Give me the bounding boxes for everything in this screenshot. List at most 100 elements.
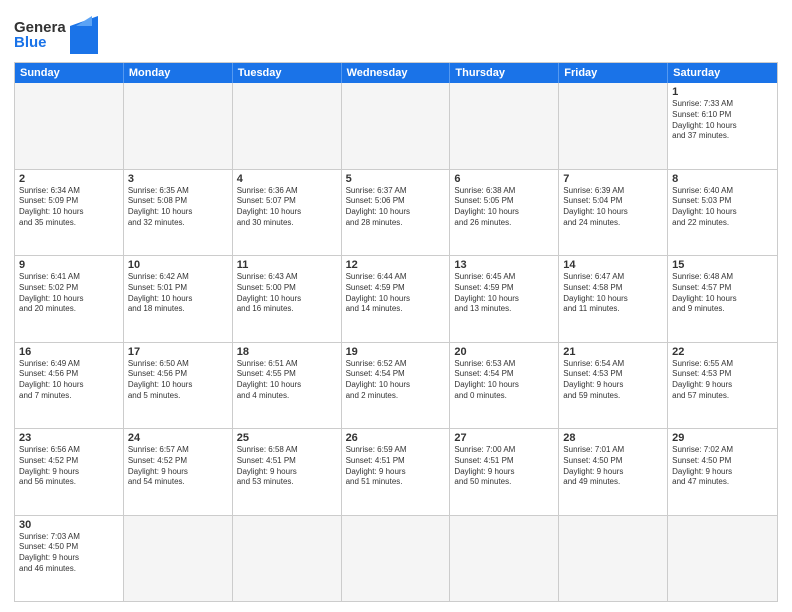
day-number: 12 [346,259,446,271]
day-number: 17 [128,346,228,358]
day-info: Sunrise: 6:42 AMSunset: 5:01 PMDaylight:… [128,272,228,315]
day-info: Sunrise: 6:43 AMSunset: 5:00 PMDaylight:… [237,272,337,315]
day-cell-28: 28Sunrise: 7:01 AMSunset: 4:50 PMDayligh… [559,429,668,515]
day-info: Sunrise: 6:47 AMSunset: 4:58 PMDaylight:… [563,272,663,315]
day-info: Sunrise: 6:51 AMSunset: 4:55 PMDaylight:… [237,359,337,402]
empty-cell [668,516,777,602]
day-cell-10: 10Sunrise: 6:42 AMSunset: 5:01 PMDayligh… [124,256,233,342]
day-number: 5 [346,173,446,185]
day-header-friday: Friday [559,63,668,83]
day-info: Sunrise: 7:02 AMSunset: 4:50 PMDaylight:… [672,445,773,488]
day-number: 30 [19,519,119,531]
calendar-header: SundayMondayTuesdayWednesdayThursdayFrid… [15,63,777,83]
header: General Blue [14,10,778,56]
day-number: 10 [128,259,228,271]
day-info: Sunrise: 6:54 AMSunset: 4:53 PMDaylight:… [563,359,663,402]
day-info: Sunrise: 7:00 AMSunset: 4:51 PMDaylight:… [454,445,554,488]
day-info: Sunrise: 6:39 AMSunset: 5:04 PMDaylight:… [563,186,663,229]
day-cell-19: 19Sunrise: 6:52 AMSunset: 4:54 PMDayligh… [342,343,451,429]
day-info: Sunrise: 6:38 AMSunset: 5:05 PMDaylight:… [454,186,554,229]
day-cell-1: 1Sunrise: 7:33 AMSunset: 6:10 PMDaylight… [668,83,777,169]
day-cell-2: 2Sunrise: 6:34 AMSunset: 5:09 PMDaylight… [15,170,124,256]
day-cell-16: 16Sunrise: 6:49 AMSunset: 4:56 PMDayligh… [15,343,124,429]
logo-triangle-icon [70,16,98,54]
day-cell-26: 26Sunrise: 6:59 AMSunset: 4:51 PMDayligh… [342,429,451,515]
day-info: Sunrise: 6:49 AMSunset: 4:56 PMDaylight:… [19,359,119,402]
week-row-5: 30Sunrise: 7:03 AMSunset: 4:50 PMDayligh… [15,515,777,602]
day-cell-22: 22Sunrise: 6:55 AMSunset: 4:53 PMDayligh… [668,343,777,429]
day-number: 26 [346,432,446,444]
day-cell-20: 20Sunrise: 6:53 AMSunset: 4:54 PMDayligh… [450,343,559,429]
day-cell-13: 13Sunrise: 6:45 AMSunset: 4:59 PMDayligh… [450,256,559,342]
day-cell-7: 7Sunrise: 6:39 AMSunset: 5:04 PMDaylight… [559,170,668,256]
day-header-tuesday: Tuesday [233,63,342,83]
day-cell-12: 12Sunrise: 6:44 AMSunset: 4:59 PMDayligh… [342,256,451,342]
day-number: 1 [672,86,773,98]
week-row-3: 16Sunrise: 6:49 AMSunset: 4:56 PMDayligh… [15,342,777,429]
day-info: Sunrise: 6:57 AMSunset: 4:52 PMDaylight:… [128,445,228,488]
svg-text:Blue: Blue [14,34,47,51]
day-number: 3 [128,173,228,185]
day-number: 22 [672,346,773,358]
day-cell-30: 30Sunrise: 7:03 AMSunset: 4:50 PMDayligh… [15,516,124,602]
day-info: Sunrise: 6:56 AMSunset: 4:52 PMDaylight:… [19,445,119,488]
day-number: 7 [563,173,663,185]
day-info: Sunrise: 6:44 AMSunset: 4:59 PMDaylight:… [346,272,446,315]
day-info: Sunrise: 6:52 AMSunset: 4:54 PMDaylight:… [346,359,446,402]
empty-cell [15,83,124,169]
empty-cell [559,83,668,169]
day-cell-5: 5Sunrise: 6:37 AMSunset: 5:06 PMDaylight… [342,170,451,256]
day-number: 21 [563,346,663,358]
day-cell-14: 14Sunrise: 6:47 AMSunset: 4:58 PMDayligh… [559,256,668,342]
day-number: 11 [237,259,337,271]
logo-area: General Blue [14,14,98,56]
day-info: Sunrise: 6:50 AMSunset: 4:56 PMDaylight:… [128,359,228,402]
empty-cell [124,516,233,602]
day-number: 20 [454,346,554,358]
day-number: 2 [19,173,119,185]
day-header-thursday: Thursday [450,63,559,83]
day-number: 15 [672,259,773,271]
day-cell-4: 4Sunrise: 6:36 AMSunset: 5:07 PMDaylight… [233,170,342,256]
day-cell-11: 11Sunrise: 6:43 AMSunset: 5:00 PMDayligh… [233,256,342,342]
day-cell-24: 24Sunrise: 6:57 AMSunset: 4:52 PMDayligh… [124,429,233,515]
day-header-saturday: Saturday [668,63,777,83]
day-number: 19 [346,346,446,358]
day-info: Sunrise: 6:48 AMSunset: 4:57 PMDaylight:… [672,272,773,315]
week-row-1: 2Sunrise: 6:34 AMSunset: 5:09 PMDaylight… [15,169,777,256]
day-info: Sunrise: 6:53 AMSunset: 4:54 PMDaylight:… [454,359,554,402]
day-number: 28 [563,432,663,444]
empty-cell [559,516,668,602]
day-number: 27 [454,432,554,444]
day-cell-27: 27Sunrise: 7:00 AMSunset: 4:51 PMDayligh… [450,429,559,515]
day-cell-8: 8Sunrise: 6:40 AMSunset: 5:03 PMDaylight… [668,170,777,256]
day-info: Sunrise: 6:40 AMSunset: 5:03 PMDaylight:… [672,186,773,229]
day-number: 8 [672,173,773,185]
day-cell-15: 15Sunrise: 6:48 AMSunset: 4:57 PMDayligh… [668,256,777,342]
day-number: 13 [454,259,554,271]
day-info: Sunrise: 6:41 AMSunset: 5:02 PMDaylight:… [19,272,119,315]
day-number: 9 [19,259,119,271]
week-row-0: 1Sunrise: 7:33 AMSunset: 6:10 PMDaylight… [15,83,777,169]
day-info: Sunrise: 7:01 AMSunset: 4:50 PMDaylight:… [563,445,663,488]
empty-cell [342,83,451,169]
day-info: Sunrise: 6:55 AMSunset: 4:53 PMDaylight:… [672,359,773,402]
calendar: SundayMondayTuesdayWednesdayThursdayFrid… [14,62,778,602]
page: General Blue SundayMondayTuesdayWednesda… [0,0,792,612]
day-cell-17: 17Sunrise: 6:50 AMSunset: 4:56 PMDayligh… [124,343,233,429]
day-number: 24 [128,432,228,444]
day-number: 18 [237,346,337,358]
empty-cell [450,516,559,602]
empty-cell [342,516,451,602]
empty-cell [233,516,342,602]
day-info: Sunrise: 6:59 AMSunset: 4:51 PMDaylight:… [346,445,446,488]
day-cell-6: 6Sunrise: 6:38 AMSunset: 5:05 PMDaylight… [450,170,559,256]
day-number: 23 [19,432,119,444]
generalblue-logo-icon: General Blue [14,14,66,56]
calendar-body: 1Sunrise: 7:33 AMSunset: 6:10 PMDaylight… [15,83,777,601]
day-number: 4 [237,173,337,185]
week-row-4: 23Sunrise: 6:56 AMSunset: 4:52 PMDayligh… [15,428,777,515]
day-info: Sunrise: 7:33 AMSunset: 6:10 PMDaylight:… [672,99,773,142]
day-cell-21: 21Sunrise: 6:54 AMSunset: 4:53 PMDayligh… [559,343,668,429]
day-info: Sunrise: 7:03 AMSunset: 4:50 PMDaylight:… [19,532,119,575]
